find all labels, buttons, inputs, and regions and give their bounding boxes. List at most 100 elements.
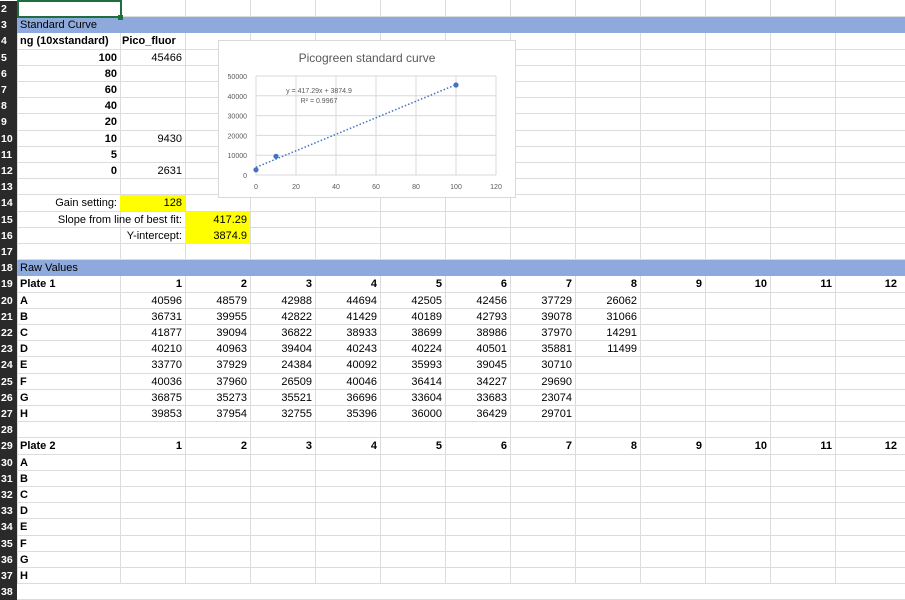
plate-row-letter[interactable]: C xyxy=(20,325,60,341)
row-header[interactable]: 32 xyxy=(0,487,17,504)
plate-value-cell[interactable]: 40596 xyxy=(125,293,182,309)
plate-column-number[interactable]: 4 xyxy=(320,276,377,292)
plate-value-cell[interactable]: 39955 xyxy=(190,309,247,325)
picogreen-chart[interactable]: Picogreen standard curve 0 10000 20000 30000… xyxy=(218,40,516,198)
row-header[interactable]: 26 xyxy=(0,389,17,406)
row-header[interactable]: 27 xyxy=(0,406,17,423)
plate-column-number[interactable]: 2 xyxy=(190,438,247,454)
plate2-label[interactable]: Plate 2 xyxy=(20,438,120,454)
plate-column-number[interactable]: 3 xyxy=(255,276,312,292)
plate-value-cell[interactable]: 39045 xyxy=(450,357,507,373)
plate-value-cell[interactable]: 36696 xyxy=(320,390,377,406)
row-header[interactable]: 13 xyxy=(0,179,17,196)
plate-value-cell[interactable]: 34227 xyxy=(450,374,507,390)
plate-value-cell[interactable]: 33770 xyxy=(125,357,182,373)
plate-column-number[interactable]: 6 xyxy=(450,276,507,292)
plate-value-cell[interactable]: 37729 xyxy=(515,293,572,309)
plate-value-cell[interactable]: 35881 xyxy=(515,341,572,357)
gain-label[interactable]: Gain setting: xyxy=(17,195,117,211)
plate-value-cell[interactable]: 23074 xyxy=(515,390,572,406)
plate-value-cell[interactable]: 39404 xyxy=(255,341,312,357)
row-header[interactable]: 36 xyxy=(0,551,17,568)
plate-value-cell[interactable]: 37970 xyxy=(515,325,572,341)
plate-column-number[interactable]: 9 xyxy=(645,438,702,454)
standard-curve-header[interactable]: Standard Curve xyxy=(20,17,220,33)
plate-row-letter[interactable]: G xyxy=(20,390,60,406)
row-header[interactable]: 38 xyxy=(0,584,17,600)
plate-value-cell[interactable]: 39078 xyxy=(515,309,572,325)
row-header[interactable]: 34 xyxy=(0,519,17,536)
plate-row-letter[interactable]: G xyxy=(20,552,60,568)
plate-value-cell[interactable]: 40224 xyxy=(385,341,442,357)
row-header[interactable]: 33 xyxy=(0,503,17,520)
row-header[interactable]: 25 xyxy=(0,373,17,390)
plate-value-cell[interactable]: 42822 xyxy=(255,309,312,325)
plate-value-cell[interactable]: 33683 xyxy=(450,390,507,406)
selected-cell[interactable] xyxy=(17,0,122,18)
row-header[interactable]: 14 xyxy=(0,195,17,212)
plate-column-number[interactable]: 8 xyxy=(580,276,637,292)
ng-value-cell[interactable]: 20 xyxy=(17,114,117,130)
row-header[interactable]: 21 xyxy=(0,308,17,325)
plate-value-cell[interactable]: 40092 xyxy=(320,357,377,373)
plate-row-letter[interactable]: A xyxy=(20,455,60,471)
plate-value-cell[interactable]: 48579 xyxy=(190,293,247,309)
row-header[interactable]: 37 xyxy=(0,568,17,585)
row-header[interactable]: 9 xyxy=(0,114,17,131)
plate-value-cell[interactable]: 35273 xyxy=(190,390,247,406)
plate-value-cell[interactable]: 36000 xyxy=(385,406,442,422)
plate-row-letter[interactable]: C xyxy=(20,487,60,503)
plate1-label[interactable]: Plate 1 xyxy=(20,276,120,292)
plate-column-number[interactable]: 3 xyxy=(255,438,312,454)
plate-value-cell[interactable]: 11499 xyxy=(580,341,637,357)
plate-value-cell[interactable]: 26509 xyxy=(255,374,312,390)
plate-row-letter[interactable]: F xyxy=(20,374,60,390)
plate-row-letter[interactable]: H xyxy=(20,568,60,584)
row-header[interactable]: 18 xyxy=(0,260,17,277)
plate-column-number[interactable]: 1 xyxy=(125,276,182,292)
row-header[interactable]: 5 xyxy=(0,49,17,66)
plate-value-cell[interactable]: 42988 xyxy=(255,293,312,309)
row-header[interactable]: 19 xyxy=(0,276,17,293)
plate-column-number[interactable]: 7 xyxy=(515,276,572,292)
plate-value-cell[interactable]: 42793 xyxy=(450,309,507,325)
fluor-value-cell[interactable]: 45466 xyxy=(120,50,182,66)
fluor-value-cell[interactable]: 2631 xyxy=(120,163,182,179)
plate-row-letter[interactable]: D xyxy=(20,503,60,519)
plate-column-number[interactable]: 6 xyxy=(450,438,507,454)
plate-column-number[interactable]: 1 xyxy=(125,438,182,454)
plate-value-cell[interactable]: 40036 xyxy=(125,374,182,390)
row-header[interactable]: 31 xyxy=(0,470,17,487)
row-header[interactable]: 29 xyxy=(0,438,17,455)
plate-value-cell[interactable]: 14291 xyxy=(580,325,637,341)
plate-value-cell[interactable]: 42456 xyxy=(450,293,507,309)
row-header[interactable]: 16 xyxy=(0,227,17,244)
plate-column-number[interactable]: 4 xyxy=(320,438,377,454)
row-header[interactable]: 35 xyxy=(0,535,17,552)
plate-value-cell[interactable]: 36731 xyxy=(125,309,182,325)
plate-column-number[interactable]: 11 xyxy=(775,276,832,292)
slope-label[interactable]: Slope from line of best fit: xyxy=(17,212,182,228)
plate-column-number[interactable]: 9 xyxy=(645,276,702,292)
plate-value-cell[interactable]: 24384 xyxy=(255,357,312,373)
plate-value-cell[interactable]: 37954 xyxy=(190,406,247,422)
row-header[interactable]: 3 xyxy=(0,17,17,34)
plate-value-cell[interactable]: 30710 xyxy=(515,357,572,373)
plate-value-cell[interactable]: 40963 xyxy=(190,341,247,357)
plate-value-cell[interactable]: 29690 xyxy=(515,374,572,390)
gain-value[interactable]: 128 xyxy=(120,195,182,211)
plate-row-letter[interactable]: E xyxy=(20,519,60,535)
row-header[interactable]: 10 xyxy=(0,130,17,147)
ng-value-cell[interactable]: 5 xyxy=(17,147,117,163)
row-header[interactable]: 6 xyxy=(0,65,17,82)
plate-value-cell[interactable]: 32755 xyxy=(255,406,312,422)
plate-value-cell[interactable]: 40210 xyxy=(125,341,182,357)
row-header[interactable]: 20 xyxy=(0,292,17,309)
row-header[interactable]: 23 xyxy=(0,341,17,358)
plate-value-cell[interactable]: 37960 xyxy=(190,374,247,390)
plate-column-number[interactable]: 7 xyxy=(515,438,572,454)
ng-value-cell[interactable]: 0 xyxy=(17,163,117,179)
plate-row-letter[interactable]: B xyxy=(20,309,60,325)
plate-value-cell[interactable]: 35993 xyxy=(385,357,442,373)
row-header[interactable]: 4 xyxy=(0,33,17,50)
